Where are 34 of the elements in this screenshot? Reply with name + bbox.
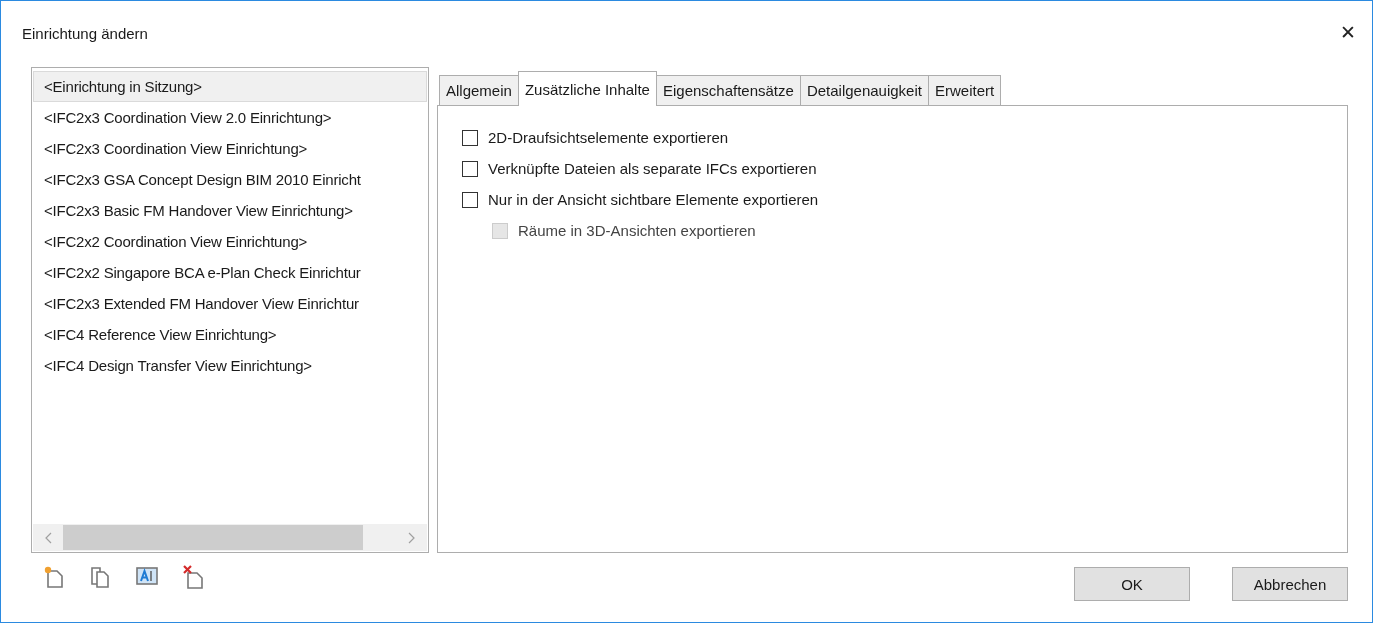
tab[interactable]: Zusätzliche Inhalte <box>517 71 657 106</box>
setup-list-item[interactable]: <IFC2x2 Coordination View Einrichtung> <box>33 226 427 257</box>
tab[interactable]: Allgemein <box>439 75 519 105</box>
setup-list-item[interactable]: <IFC2x3 GSA Concept Design BIM 2010 Einricht <box>33 164 427 195</box>
setup-list-item[interactable]: <IFC2x3 Coordination View 2.0 Einrichtung> <box>33 102 427 133</box>
option-label: Räume in 3D-Ansichten exportieren <box>518 222 756 239</box>
checkbox[interactable] <box>462 160 478 177</box>
setup-list-item[interactable]: <Einrichtung in Sitzung> <box>33 71 427 102</box>
option-label: Nur in der Ansicht sichtbare Elemente exportieren <box>488 191 819 208</box>
setup-list-item[interactable]: <IFC4 Design Transfer View Einrichtung> <box>33 350 427 381</box>
rename-text-icon[interactable] <box>135 565 159 587</box>
setup-list-item[interactable]: <IFC2x3 Basic FM Handover View Einrichtung> <box>33 195 427 226</box>
cancel-button[interactable]: Abbrechen <box>1232 567 1348 601</box>
setup-list-item[interactable]: <IFC2x3 Extended FM Handover View Einrichtur <box>33 288 427 319</box>
option-label: 2D-Draufsichtselemente exportieren <box>488 129 729 146</box>
scroll-right-icon[interactable] <box>407 531 415 544</box>
checkbox[interactable] <box>462 191 478 208</box>
new-document-icon[interactable] <box>43 565 65 589</box>
close-button[interactable]: ✕ <box>1334 21 1362 43</box>
checkbox[interactable] <box>462 129 478 146</box>
tab[interactable]: Eigenschaftensätze <box>655 75 801 105</box>
window-title: Einrichtung ändern <box>22 25 148 42</box>
setup-list-item[interactable]: <IFC4 Reference View Einrichtung> <box>33 319 427 350</box>
scrollbar-thumb[interactable] <box>63 525 363 550</box>
delete-document-icon[interactable] <box>183 565 205 589</box>
tab[interactable]: Erweitert <box>927 75 1002 105</box>
ok-button[interactable]: OK <box>1074 567 1190 601</box>
setup-list-item[interactable]: <IFC2x2 Singapore BCA e-Plan Check Einrichtur <box>33 257 427 288</box>
copy-documents-icon[interactable] <box>89 565 111 589</box>
setup-list-item[interactable]: <IFC2x3 Coordination View Einrichtung> <box>33 133 427 164</box>
option-label: Verknüpfte Dateien als separate IFCs exportieren <box>488 160 817 177</box>
tab[interactable]: Detailgenauigkeit <box>799 75 929 105</box>
scroll-left-icon[interactable] <box>45 531 53 544</box>
horizontal-scrollbar[interactable] <box>33 524 427 551</box>
